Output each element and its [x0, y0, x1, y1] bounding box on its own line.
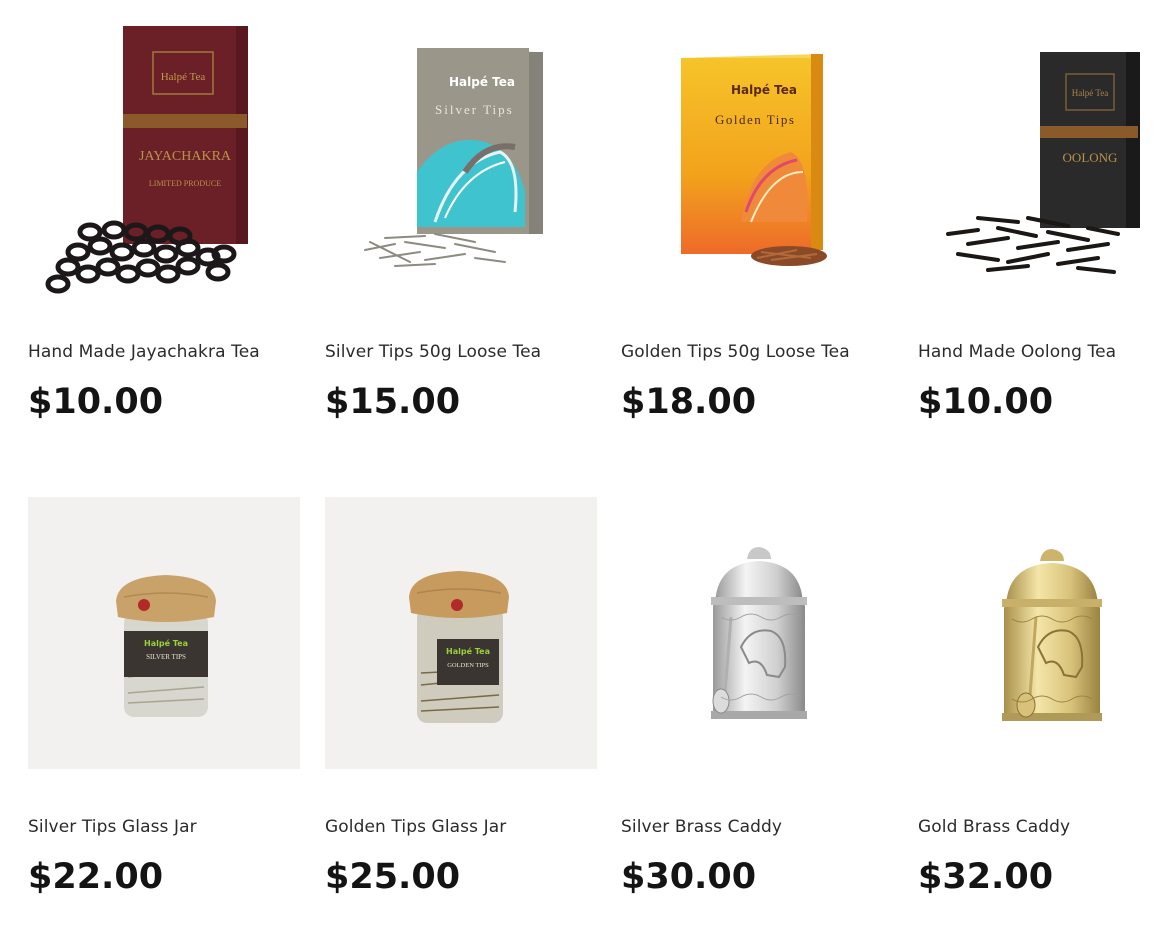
tea-box-image: Halpé Tea OOLONG — [946, 52, 1140, 274]
svg-text:SILVER TIPS: SILVER TIPS — [146, 653, 186, 661]
product-price: $25.00 — [325, 857, 461, 897]
product-name[interactable]: Golden Tips 50g Loose Tea — [621, 342, 850, 362]
product-name[interactable]: Silver Tips Glass Jar — [28, 817, 197, 837]
product-name[interactable]: Silver Brass Caddy — [621, 817, 782, 837]
box-brand-text: Halpé Tea — [1072, 88, 1108, 98]
caddy-image — [1002, 549, 1102, 721]
product-image[interactable]: Halpé Tea Silver Tips — [325, 22, 597, 294]
svg-text:JAYACHAKRA: JAYACHAKRA — [139, 149, 232, 164]
svg-text:Halpé Tea: Halpé Tea — [446, 646, 490, 656]
tea-box-image: Halpé Tea Golden Tips — [681, 54, 827, 266]
svg-text:OOLONG: OOLONG — [1063, 150, 1118, 165]
product-image[interactable]: Halpé Tea SILVER TIPS — [28, 497, 300, 769]
svg-text:GOLDEN TIPS: GOLDEN TIPS — [447, 662, 489, 669]
product-price: $18.00 — [621, 382, 757, 422]
product-price: $10.00 — [28, 382, 164, 422]
product-name[interactable]: Silver Tips 50g Loose Tea — [325, 342, 541, 362]
product-image[interactable] — [918, 497, 1174, 769]
glass-jar-image: Halpé Tea GOLDEN TIPS — [409, 571, 509, 723]
product-grid: Halpé Tea JAYACHAKRA LIMITED PRODUCE Han… — [0, 0, 1174, 934]
product-image[interactable]: Halpé Tea OOLONG — [918, 22, 1174, 294]
svg-text:Golden Tips: Golden Tips — [715, 112, 795, 127]
caddy-image — [711, 547, 807, 719]
product-price: $10.00 — [918, 382, 1054, 422]
product-name[interactable]: Golden Tips Glass Jar — [325, 817, 506, 837]
svg-text:LIMITED PRODUCE: LIMITED PRODUCE — [149, 179, 221, 188]
svg-text:Silver Tips: Silver Tips — [435, 102, 514, 117]
box-brand-text: Halpé Tea — [161, 71, 206, 83]
box-brand-text: Halpé Tea — [731, 83, 797, 97]
product-image[interactable]: Halpé Tea Golden Tips — [621, 22, 893, 294]
product-name[interactable]: Hand Made Jayachakra Tea — [28, 342, 260, 362]
box-brand-text: Halpé Tea — [449, 75, 515, 89]
product-price: $22.00 — [28, 857, 164, 897]
product-price: $32.00 — [918, 857, 1054, 897]
product-name[interactable]: Gold Brass Caddy — [918, 817, 1070, 837]
product-image[interactable] — [621, 497, 893, 769]
tea-box-image: Halpé Tea JAYACHAKRA LIMITED PRODUCE — [45, 26, 248, 294]
glass-jar-image: Halpé Tea SILVER TIPS — [116, 575, 216, 717]
product-price: $15.00 — [325, 382, 461, 422]
svg-text:Halpé Tea: Halpé Tea — [144, 638, 188, 648]
product-name[interactable]: Hand Made Oolong Tea — [918, 342, 1116, 362]
product-image[interactable]: Halpé Tea GOLDEN TIPS — [325, 497, 597, 769]
product-price: $30.00 — [621, 857, 757, 897]
product-image[interactable]: Halpé Tea JAYACHAKRA LIMITED PRODUCE — [28, 22, 300, 294]
tea-box-image: Halpé Tea Silver Tips — [364, 48, 543, 267]
